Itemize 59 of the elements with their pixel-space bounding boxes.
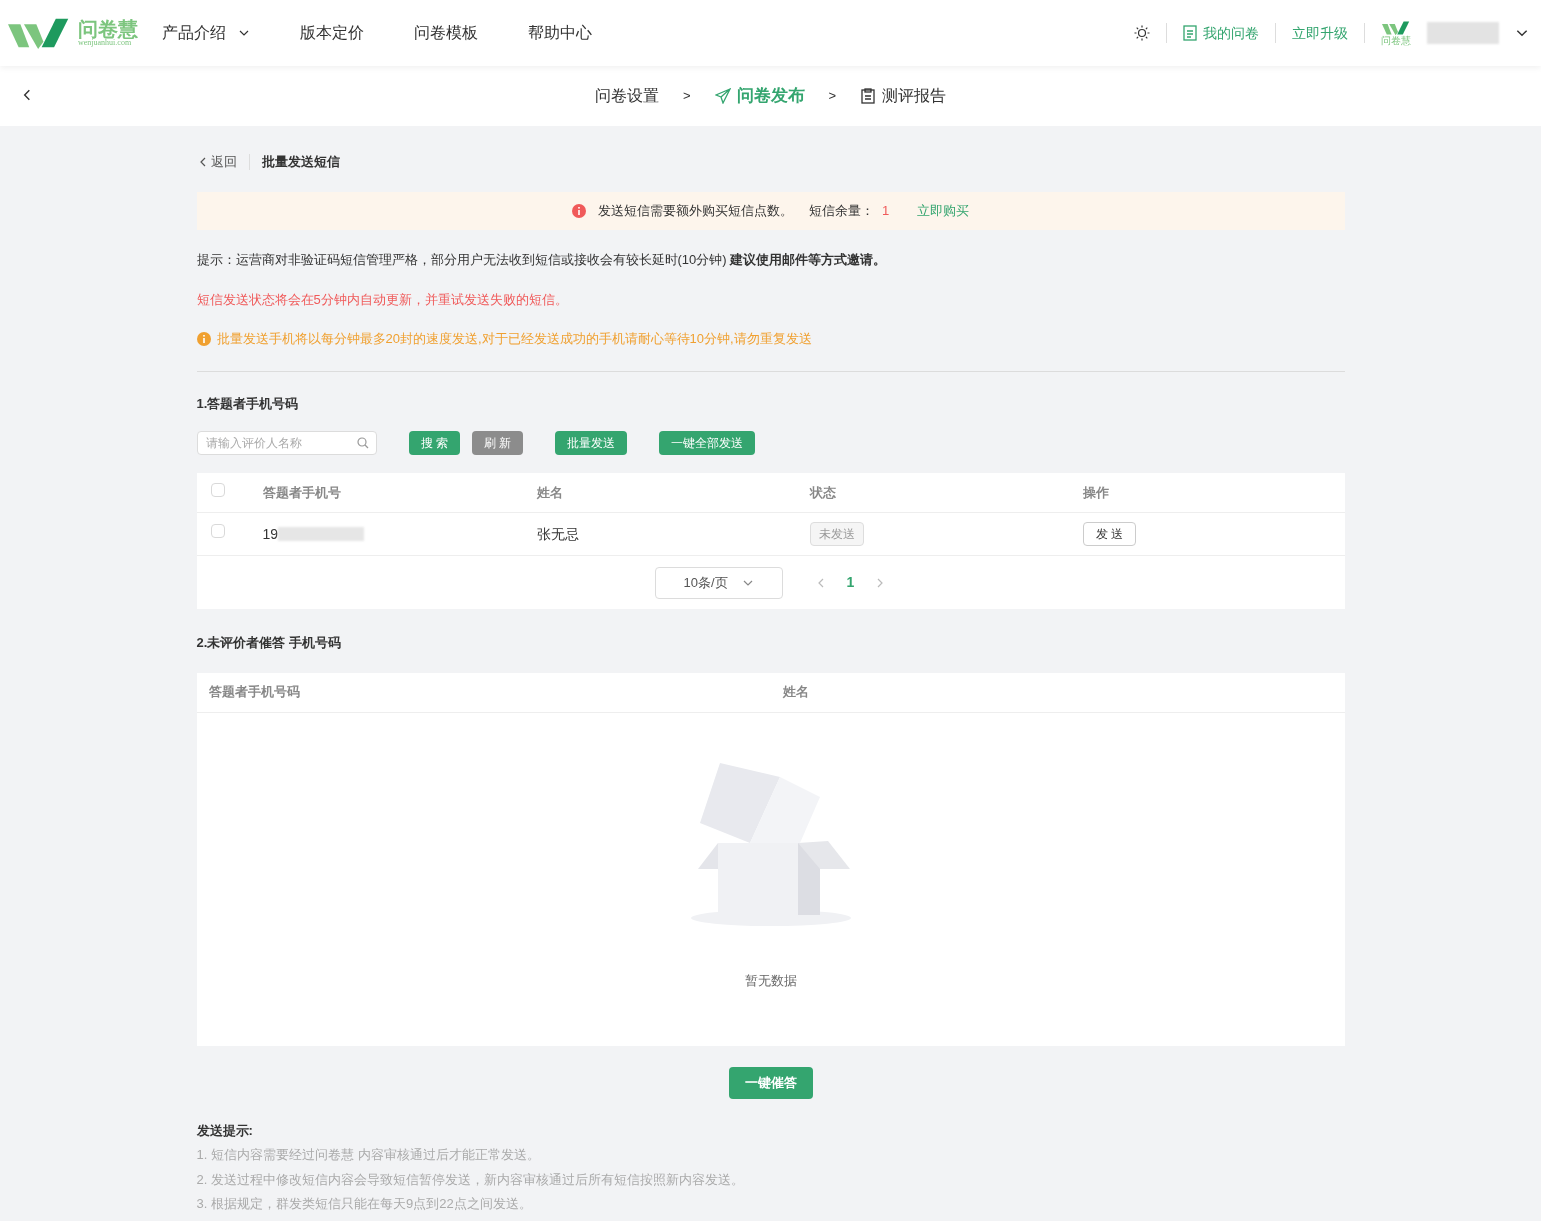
checkbox[interactable]	[210, 482, 225, 497]
column-header: 状态	[809, 483, 837, 502]
step-separator: >	[682, 87, 691, 106]
buy-link[interactable]: 立即购买	[917, 201, 970, 221]
step-tab[interactable]: 问卷发布	[714, 83, 805, 109]
toolbar-button[interactable]: 一键全部发送	[659, 431, 756, 455]
auto-update-note: 短信发送状态将会在5分钟内自动更新，并重试发送失败的短信。	[196, 290, 569, 309]
nav-link[interactable]: 帮助中心	[528, 21, 592, 45]
step-tab[interactable]: 问卷设置	[594, 84, 659, 108]
send-tip: 3. 根据规定，群发类短信只能在每天9点到22点之间发送。	[196, 1195, 533, 1213]
notice-text: 发送短信需要额外购买短信点数。	[597, 202, 793, 221]
send-button[interactable]: 发 送	[1082, 522, 1136, 546]
empty-text: 暂无数据	[744, 971, 797, 990]
step-separator: >	[828, 87, 837, 106]
table-cell-text: 19	[262, 524, 279, 544]
send-tips-title: 发送提示:	[196, 1121, 254, 1140]
nav-link[interactable]: 产品介绍	[162, 21, 250, 45]
document-icon	[1183, 25, 1197, 41]
remind-all-button[interactable]: 一键催答	[728, 1066, 813, 1099]
toolbar-button[interactable]: 搜 索	[408, 431, 460, 455]
upgrade-link[interactable]: 立即升级	[1292, 22, 1348, 44]
search-field[interactable]: 请输入评价人名称	[196, 431, 377, 455]
page-size-select[interactable]: 10条/页	[654, 566, 783, 599]
section-title: 1.答题者手机号码	[196, 394, 300, 413]
tip-text: 提示：运营商对非验证码短信管理严格，部分用户无法收到短信或接收会有较长延时(10分钟) 建议使用邮件等方式邀请。	[196, 251, 888, 269]
warning-icon	[196, 331, 211, 346]
column-header: 姓名	[782, 683, 810, 702]
page-title: 批量发送短信	[261, 153, 340, 172]
balance-label: 短信余量：	[808, 202, 874, 221]
column-header: 答题者手机号码	[208, 683, 301, 702]
page-number[interactable]: 1	[846, 572, 855, 593]
nav-link[interactable]: 问卷模板	[414, 21, 478, 45]
my-surveys-link[interactable]: 我的问卷	[1183, 22, 1259, 44]
send-icon	[714, 88, 731, 104]
logo-icon	[1382, 20, 1410, 36]
blurred-username	[1427, 22, 1499, 44]
logo-domain: wenjuanhui.com	[78, 39, 132, 47]
rate-warning: 批量发送手机将以每分钟最多20封的速度发送,对于已经发送成功的手机请耐心等待10分钟,请勿重复发送	[216, 330, 812, 348]
search-icon	[356, 437, 369, 449]
toolbar-button[interactable]: 刷 新	[471, 431, 524, 455]
logo-name: 问卷慧	[78, 19, 138, 39]
section-title: 2.未评价者催答 手机号码	[196, 634, 342, 652]
balance-value: 1	[881, 202, 890, 221]
clipboard-icon	[860, 88, 877, 104]
info-icon	[571, 204, 586, 218]
column-header: 姓名	[536, 483, 564, 502]
send-tip: 1. 短信内容需要经过问卷慧 内容审核通过后才能正常发送。	[196, 1146, 541, 1164]
toolbar-button[interactable]: 批量发送	[555, 431, 628, 455]
sun-icon[interactable]	[1134, 25, 1150, 41]
back-link[interactable]: 返回	[196, 152, 237, 172]
column-header: 操作	[1082, 483, 1110, 502]
checkbox[interactable]	[210, 524, 225, 539]
column-header: 答题者手机号	[262, 483, 342, 502]
table-cell-text: 张无忌	[536, 524, 580, 544]
logo-caption: 问卷慧	[1381, 36, 1411, 46]
status-tag: 未发送	[809, 522, 864, 546]
send-tip: 2. 发送过程中修改短信内容会导致短信暂停发送，新内容审核通过后所有短信按照新内容发送。	[196, 1170, 745, 1189]
nav-link[interactable]: 版本定价	[300, 21, 364, 45]
step-tab[interactable]: 测评报告	[860, 84, 947, 108]
